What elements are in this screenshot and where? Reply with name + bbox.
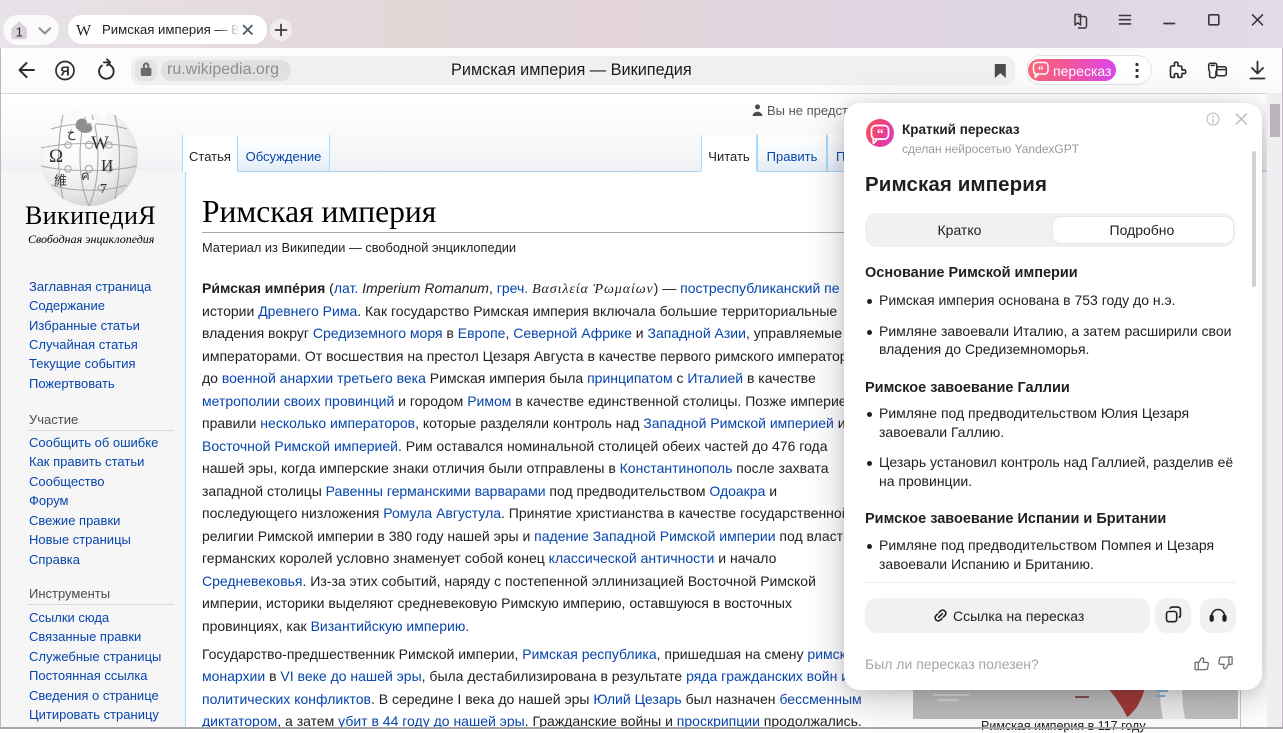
svg-text:И: И [101, 156, 113, 175]
svg-text:“: “ [1038, 64, 1044, 76]
svg-text:Ω: Ω [49, 146, 63, 167]
svg-text:W: W [91, 133, 109, 154]
svg-text:7: 7 [100, 182, 107, 197]
svg-text:Я: Я [60, 63, 69, 78]
svg-text:W: W [76, 23, 92, 40]
svg-text:“: “ [877, 127, 884, 142]
svg-text:維: 維 [54, 173, 67, 188]
svg-text:خ: خ [67, 125, 76, 141]
svg-text:1: 1 [16, 25, 23, 40]
svg-text:ค: ค [81, 168, 90, 183]
